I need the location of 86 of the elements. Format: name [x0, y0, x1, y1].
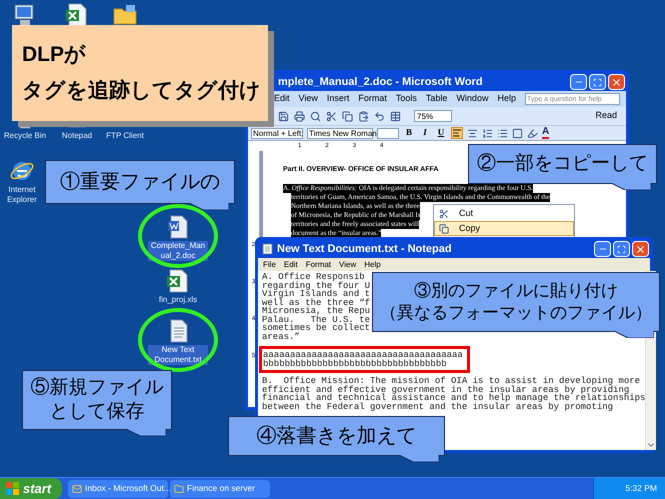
menu-item[interactable]: Edit	[274, 92, 290, 106]
folder-icon	[174, 484, 184, 494]
scribble-line: aaaaaaaaaaaaaaaaaaaaaaaaaaaaaaaaaaaaa	[263, 351, 463, 360]
taskbar-button[interactable]: Inbox - Microsoft Out...	[68, 480, 168, 498]
menu-item[interactable]: Edit	[284, 258, 298, 270]
menu-item[interactable]: Insert	[326, 92, 350, 106]
menu-item[interactable]: Window	[456, 92, 488, 106]
text-line: Palau. The U.S. te	[262, 316, 370, 324]
desktop-icon-label[interactable]: New Text Document.txt	[148, 345, 208, 365]
menu-item-label: Cut	[459, 206, 474, 220]
start-button[interactable]: start	[0, 478, 62, 499]
maximize-button[interactable]	[589, 74, 606, 90]
copy-icon	[439, 224, 449, 234]
border-icon[interactable]	[512, 128, 523, 138]
menu-item[interactable]: Help	[497, 92, 516, 106]
copy-icon[interactable]	[342, 110, 353, 122]
text-line: Virgin Islands and t	[262, 290, 370, 298]
menu-item[interactable]: View	[298, 92, 318, 106]
text-line: between the Federal government and the insular areas by promoting	[262, 402, 614, 411]
zoom-field[interactable]: 75%	[414, 110, 452, 122]
menu-item[interactable]: Cut	[434, 206, 574, 221]
clock: 5:32 PM	[625, 482, 657, 495]
callout-tail	[126, 429, 166, 436]
taskbar-button[interactable]: Finance on server	[170, 480, 270, 498]
menu-item[interactable]: Copy	[434, 221, 574, 236]
menu-item[interactable]: Format	[306, 258, 332, 270]
maximize-icon	[593, 78, 602, 86]
highlighter-icon[interactable]	[527, 128, 538, 138]
close-icon	[635, 244, 646, 254]
close-button[interactable]	[632, 241, 649, 257]
save-icon[interactable]	[278, 110, 289, 122]
close-icon	[611, 76, 622, 88]
format-button[interactable]: I	[419, 126, 431, 140]
notepad-icon	[262, 243, 273, 255]
minimize-button[interactable]	[570, 74, 587, 90]
text-line: well as the three “f	[262, 298, 370, 307]
desktop-icon-label[interactable]: Internet Explorer	[2, 185, 42, 205]
windows-logo-icon	[6, 482, 19, 495]
maximize-button[interactable]	[613, 241, 630, 257]
callout-tail	[614, 331, 654, 338]
menu-item[interactable]: Tools	[396, 92, 417, 106]
undo-icon[interactable]	[374, 110, 385, 122]
callout-tail	[189, 203, 229, 210]
callout-tail	[399, 455, 439, 462]
paste-icon[interactable]	[358, 110, 369, 122]
format-button[interactable]: U	[435, 126, 447, 140]
text-line: A. Office Responsib	[262, 273, 365, 282]
text-line: financial and technical assistance and to help manage the relationships	[262, 394, 646, 402]
close-button[interactable]	[608, 74, 625, 90]
print-icon[interactable]	[294, 110, 305, 122]
window-title: mplete_Manual_2.doc - Microsoft Word	[278, 74, 483, 90]
cut-icon[interactable]	[326, 110, 337, 122]
text-line: B. Office Mission: The mission of OIA is to assist in developing more	[262, 377, 640, 386]
text-line: Micronesia, the Repu	[262, 307, 370, 316]
menu-item[interactable]: Help	[364, 258, 381, 270]
format-button[interactable]: B	[403, 126, 415, 140]
window-title: New Text Document.txt - Notepad	[277, 242, 452, 257]
callout-tail	[611, 183, 651, 190]
align-center-icon[interactable]	[467, 128, 478, 138]
desktop-icon-label[interactable]: fin_proj.xls	[158, 295, 198, 305]
menu-item[interactable]: File	[263, 258, 276, 270]
cut-icon	[439, 208, 449, 218]
maximize-icon	[617, 244, 626, 254]
menu-item[interactable]: Format	[358, 92, 387, 106]
menu-item-label: Copy	[459, 222, 480, 235]
bullet-list-icon[interactable]	[497, 128, 508, 138]
text-line: regarding the four U	[262, 282, 370, 290]
desktop-icon-label[interactable]: FTP Client	[105, 131, 145, 141]
callout: DLPが タグを追跡してタグ付け	[12, 25, 268, 121]
align-left-icon[interactable]	[451, 127, 463, 139]
print-preview-icon[interactable]	[310, 110, 321, 122]
desktop-icon-label[interactable]: Recycle Bin	[2, 131, 48, 141]
table-icon[interactable]	[390, 110, 401, 122]
desktop-icon-label[interactable]: Complete_Manual_2.doc	[148, 241, 208, 261]
text-line: sometimes be collect	[262, 324, 370, 332]
scribble-line: bbbbbbbbbbbbbbbbbbbbbbbbbbbbbbbbbb	[263, 360, 447, 368]
menu-item[interactable]: Table	[426, 92, 448, 106]
desktop-icon-label[interactable]: Notepad	[60, 131, 94, 141]
font-size-dropdown[interactable]	[377, 128, 399, 138]
mail-icon	[72, 484, 82, 494]
style-dropdown[interactable]: Normal + Left:	[251, 128, 303, 138]
text-line: areas.”	[262, 332, 300, 341]
minimize-button[interactable]	[594, 241, 611, 257]
menu-item[interactable]: View	[339, 258, 356, 270]
numbered-list-icon[interactable]	[482, 128, 493, 138]
text-line: efficient and effective government in the insular areas by providing	[262, 386, 630, 394]
